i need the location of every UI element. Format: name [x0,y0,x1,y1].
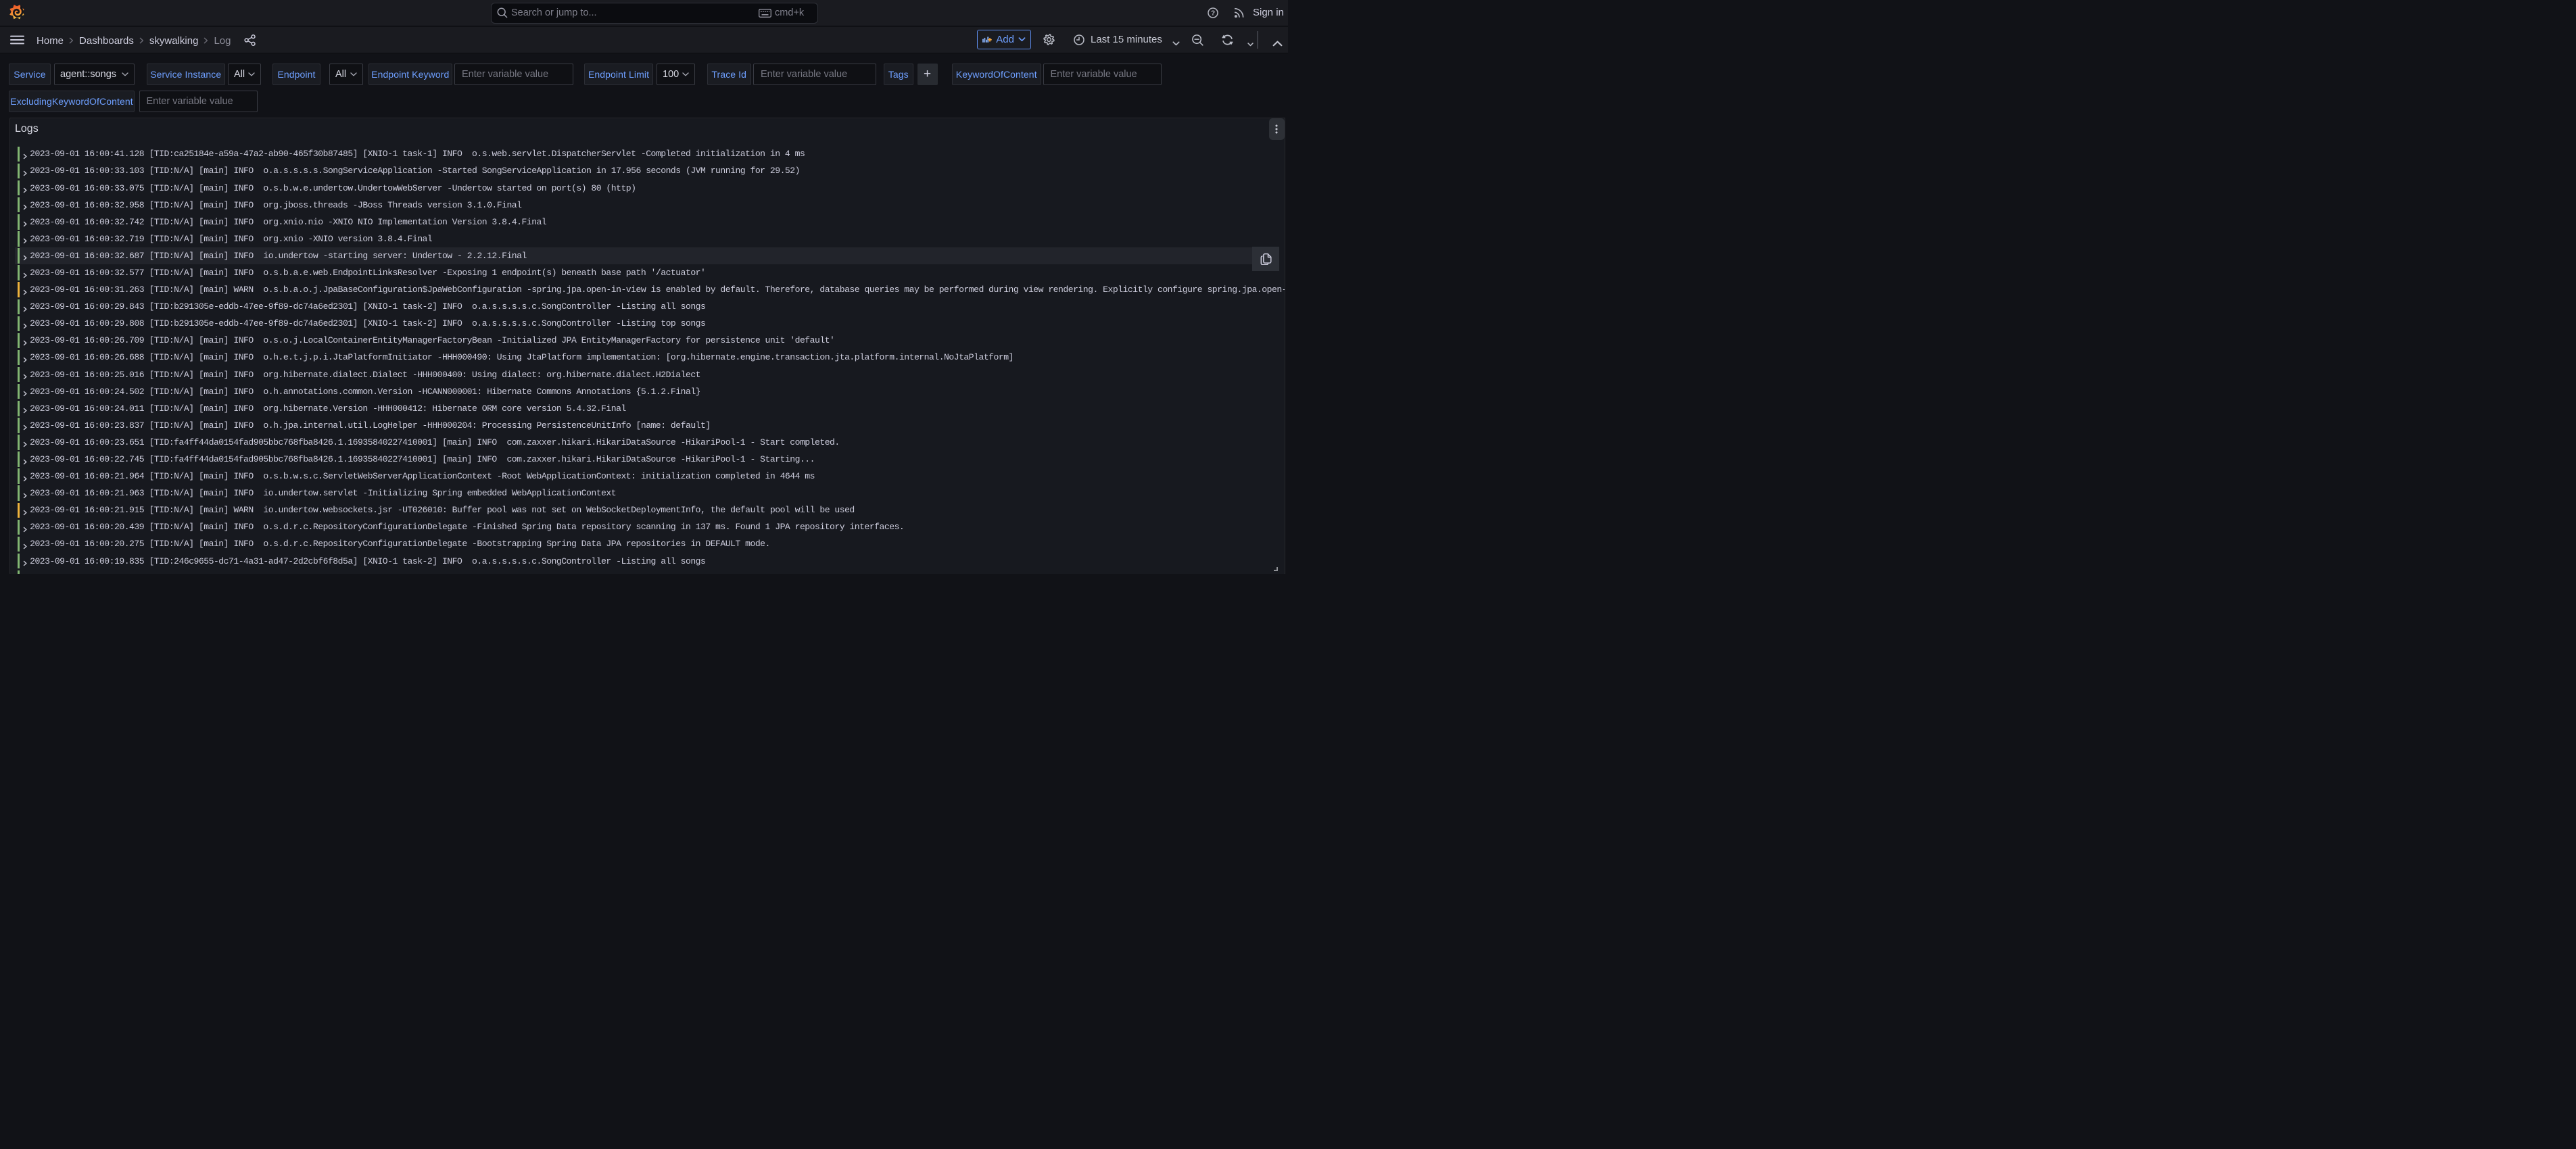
svg-text:?: ? [1211,10,1215,18]
